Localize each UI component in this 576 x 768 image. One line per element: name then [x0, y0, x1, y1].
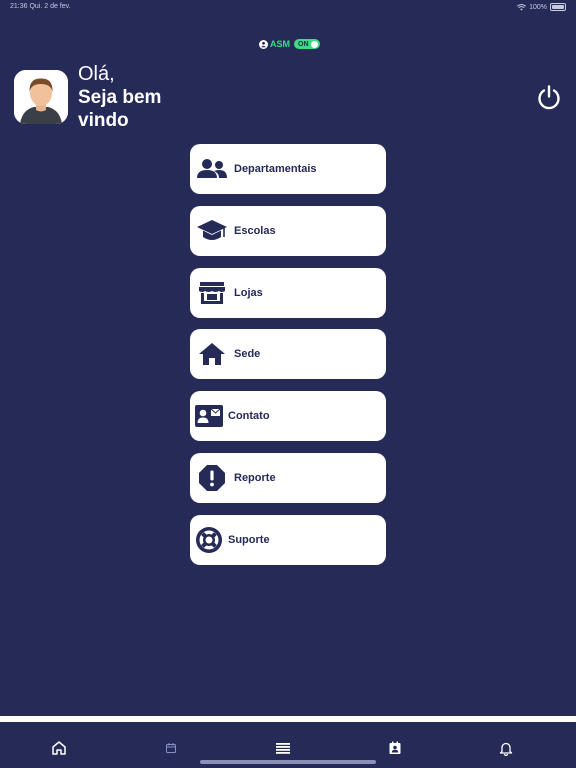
menu-item-sede[interactable]: Sede [190, 329, 386, 380]
tab-list[interactable] [271, 736, 295, 760]
contact-book-icon [389, 741, 401, 754]
store-icon [190, 268, 234, 318]
user-avatar-icon [14, 70, 68, 124]
menu-item-contato[interactable]: Contato [190, 391, 386, 442]
tab-notifications[interactable] [494, 736, 518, 760]
battery-icon [550, 3, 566, 11]
tab-contacts[interactable] [383, 736, 407, 760]
graduation-cap-icon [190, 206, 234, 256]
menu-item-reporte[interactable]: Reporte [190, 452, 386, 503]
menu-item-escolas[interactable]: Escolas [190, 205, 386, 256]
power-icon [538, 85, 560, 110]
avatar [14, 70, 68, 124]
toggle-knob [310, 40, 318, 48]
menu-label-escolas: Escolas [234, 224, 276, 237]
battery-percent: 100% [529, 3, 547, 11]
alert-octagon-icon [190, 453, 234, 503]
brand-toggle: ON [294, 39, 320, 49]
contact-card-icon [190, 391, 228, 441]
users-icon [190, 144, 234, 194]
menu-item-suporte[interactable]: Suporte [190, 514, 386, 565]
greeting-hello: Olá, [78, 63, 115, 85]
lifebuoy-icon [190, 515, 228, 565]
menu-item-lojas[interactable]: Lojas [190, 267, 386, 318]
brand-name: ASM [270, 39, 290, 49]
logout-button[interactable] [536, 84, 562, 110]
menu-label-sede: Sede [234, 348, 261, 361]
status-bar: 21:36 Qui. 2 de fev. 100% [0, 0, 576, 14]
bell-icon [499, 742, 513, 756]
home-indicator [200, 760, 376, 764]
menu-label-lojas: Lojas [234, 286, 263, 299]
main-menu: Departamentais Escolas Lojas Sede Contat… [190, 144, 386, 577]
menu-item-departamentais[interactable]: Departamentais [190, 144, 386, 194]
tab-calendar[interactable] [159, 736, 183, 760]
brand-toggle-label: ON [298, 40, 309, 48]
wifi-icon [517, 3, 527, 11]
menu-label-reporte: Reporte [234, 471, 276, 484]
status-right: 100% [517, 3, 566, 11]
app-screen: 21:36 Qui. 2 de fev. 100% ASM ON Olá, Se… [0, 0, 576, 768]
house-icon [190, 329, 234, 379]
menu-label-contato: Contato [228, 410, 270, 423]
greeting: Olá, Seja bem vindo [78, 62, 188, 132]
greeting-welcome: Seja bem vindo [78, 87, 162, 131]
list-icon [276, 743, 290, 754]
menu-label-suporte: Suporte [228, 533, 270, 546]
home-icon [52, 741, 66, 755]
person-icon [259, 39, 268, 49]
tab-home[interactable] [47, 736, 71, 760]
status-time: 21:36 Qui. 2 de fev. [10, 3, 71, 10]
calendar-icon [166, 743, 176, 753]
menu-label-departamentais: Departamentais [234, 163, 317, 175]
brand-logo: ASM ON [259, 39, 320, 49]
